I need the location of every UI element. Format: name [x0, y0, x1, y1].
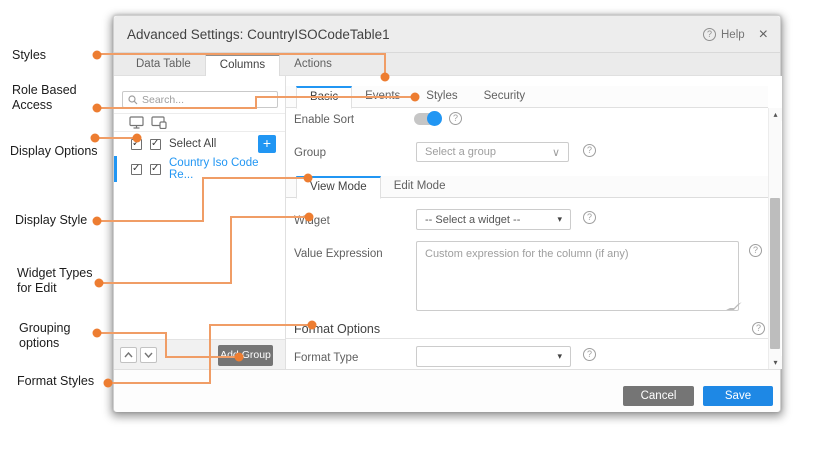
annotation-line — [165, 332, 167, 358]
dialog-header: Advanced Settings: CountryISOCodeTable1 … — [114, 16, 780, 53]
annotation-line — [255, 96, 414, 98]
vertical-scrollbar[interactable]: ▴ ▾ — [768, 108, 781, 369]
annotation-dot — [93, 217, 102, 226]
annotation-dot — [305, 213, 314, 222]
dropdown-caret-icon: ▾ — [557, 351, 562, 362]
tab-data-table[interactable]: Data Table — [122, 53, 205, 75]
divider — [114, 113, 285, 114]
page: Styles Role Based Access Display Options… — [0, 0, 820, 451]
scrollbar-thumb[interactable] — [770, 198, 780, 349]
tab-edit-mode[interactable]: Edit Mode — [381, 176, 459, 197]
format-type-label: Format Type — [294, 352, 358, 364]
help-icon[interactable]: ? — [583, 211, 596, 224]
widget-select-value: -- Select a widget -- — [425, 214, 557, 226]
annotation-label-styles: Styles — [12, 48, 82, 63]
annotation-line — [202, 177, 308, 179]
help-label: Help — [721, 29, 745, 41]
toggle-knob — [427, 111, 442, 126]
annotation-label-grouping-options: Grouping options — [19, 321, 85, 351]
tab-columns[interactable]: Columns — [205, 53, 280, 77]
format-type-select[interactable]: ▾ — [416, 346, 571, 367]
chevron-down-icon: ∨ — [552, 146, 560, 159]
annotation-dot — [91, 134, 100, 143]
tab-actions[interactable]: Actions — [280, 53, 346, 75]
scroll-up-icon[interactable]: ▴ — [769, 108, 782, 121]
annotation-dot — [308, 321, 317, 330]
advanced-settings-dialog: Advanced Settings: CountryISOCodeTable1 … — [113, 15, 781, 412]
scroll-down-icon[interactable]: ▾ — [769, 356, 782, 369]
annotation-dot — [235, 353, 244, 362]
help-icon[interactable]: ? — [449, 112, 462, 125]
annotation-dot — [381, 73, 390, 82]
help-icon[interactable]: ? — [749, 244, 762, 257]
main-tab-bar: Data Table Columns Actions — [114, 53, 780, 76]
column-checkbox-1[interactable] — [131, 164, 142, 175]
help-icon[interactable]: ? — [583, 144, 596, 157]
annotation-dot — [93, 51, 102, 60]
annotation-dot — [93, 104, 102, 113]
annotation-line — [99, 282, 232, 284]
annotation-line — [108, 382, 211, 384]
move-up-button[interactable] — [120, 347, 137, 363]
tab-styles[interactable]: Styles — [413, 86, 470, 107]
value-expression-label: Value Expression — [294, 248, 383, 260]
annotation-dot — [93, 329, 102, 338]
select-all-label: Select All — [169, 138, 216, 150]
annotation-line — [230, 216, 308, 218]
mode-tab-bar: View Mode Edit Mode — [286, 176, 768, 198]
group-select-value: Select a group — [425, 146, 552, 158]
annotation-dot — [95, 279, 104, 288]
annotation-line — [230, 216, 232, 284]
add-column-button[interactable]: + — [258, 135, 276, 153]
dialog-title: Advanced Settings: CountryISOCodeTable1 — [127, 27, 390, 42]
dialog-footer: Cancel Save — [114, 369, 780, 412]
annotation-dot — [304, 174, 313, 183]
annotation-line — [202, 177, 204, 222]
group-label: Group — [294, 147, 326, 159]
value-expression-textarea[interactable] — [416, 241, 739, 311]
chevron-up-icon — [124, 352, 133, 358]
search-input[interactable] — [142, 94, 262, 106]
divider — [286, 338, 768, 339]
enable-sort-toggle[interactable] — [414, 113, 440, 125]
annotation-line — [209, 324, 312, 326]
annotation-dot — [133, 134, 142, 143]
annotation-line — [97, 332, 167, 334]
mobile-view-icon[interactable] — [151, 116, 167, 129]
enable-sort-label: Enable Sort — [294, 114, 354, 126]
annotation-line — [165, 356, 239, 358]
column-settings-panel: Basic Events Styles Security Enable Sort… — [286, 76, 782, 369]
sidebar-footer: Add Group — [114, 339, 285, 369]
annotation-line — [209, 324, 211, 384]
annotation-label-display-options: Display Options — [10, 144, 120, 159]
select-all-checkbox-2[interactable] — [150, 139, 161, 150]
help-icon[interactable]: ? — [583, 348, 596, 361]
desktop-view-icon[interactable] — [129, 116, 144, 129]
annotation-line — [95, 137, 137, 139]
widget-select[interactable]: -- Select a widget -- ▾ — [416, 209, 571, 230]
cancel-button[interactable]: Cancel — [623, 386, 694, 406]
annotation-line — [97, 107, 257, 109]
close-icon[interactable]: × — [759, 27, 768, 43]
annotation-label-widget-types: Widget Types for Edit — [17, 266, 107, 296]
search-icon — [128, 95, 138, 105]
annotation-line — [97, 53, 386, 55]
help-icon[interactable]: ? — [752, 322, 765, 335]
move-down-button[interactable] — [140, 347, 157, 363]
column-checkbox-2[interactable] — [150, 164, 161, 175]
help-icon: ? — [703, 28, 716, 41]
annotation-label-role-based-access: Role Based Access — [12, 83, 96, 113]
group-select[interactable]: Select a group ∨ — [416, 142, 569, 162]
help-button[interactable]: ? Help — [703, 28, 745, 41]
annotation-dot — [104, 379, 113, 388]
annotation-label-format-styles: Format Styles — [17, 374, 117, 389]
save-button[interactable]: Save — [703, 386, 773, 406]
chevron-down-icon — [144, 352, 153, 358]
tab-security[interactable]: Security — [471, 86, 539, 107]
annotation-dot — [411, 93, 420, 102]
dropdown-caret-icon: ▾ — [557, 214, 562, 225]
